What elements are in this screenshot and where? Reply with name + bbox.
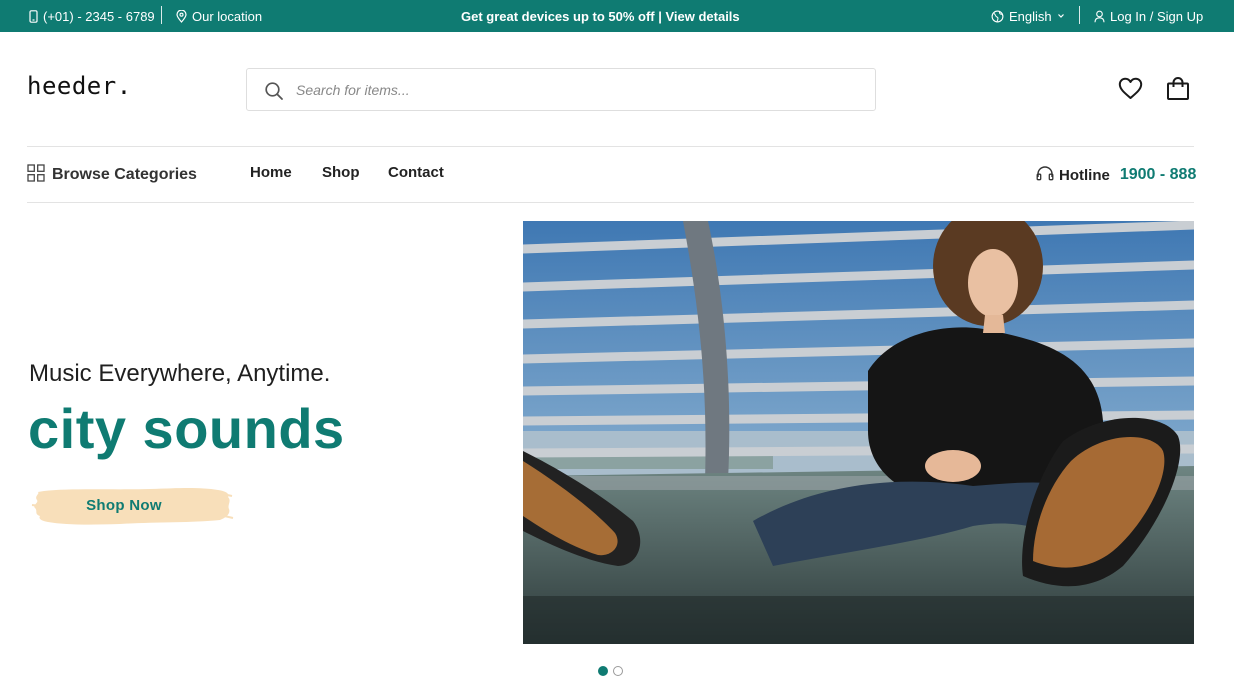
shop-now-label: Shop Now	[86, 496, 162, 514]
location-label: Our location	[192, 8, 263, 24]
top-bar: (+01) - 2345 - 6789 Our location Get gre…	[0, 0, 1234, 32]
location-pin-icon	[176, 9, 187, 23]
nav-link-contact[interactable]: Contact	[388, 164, 444, 181]
hero-title: city sounds	[28, 397, 345, 460]
phone-icon	[29, 9, 38, 23]
login-signup-link[interactable]: Log In / Sign Up	[1094, 0, 1203, 32]
hotline[interactable]: Hotline 1900 - 888	[1036, 163, 1196, 187]
topbar-location-link[interactable]: Our location	[176, 0, 262, 32]
phone-number: (+01) - 2345 - 6789	[43, 8, 155, 24]
hotline-number: 1900 - 888	[1119, 166, 1197, 183]
language-label: English	[1009, 8, 1052, 24]
carousel-dot-active[interactable]	[598, 666, 608, 676]
login-label: Log In / Sign Up	[1110, 8, 1204, 24]
chevron-down-icon	[1057, 13, 1065, 19]
carousel-dot[interactable]	[613, 666, 623, 676]
user-icon	[1094, 10, 1105, 23]
nav-link-shop[interactable]: Shop	[322, 164, 360, 181]
topbar-divider	[1079, 6, 1080, 24]
hero-subtitle: Music Everywhere, Anytime.	[29, 360, 331, 387]
carousel-dots	[598, 666, 623, 676]
hotline-label: Hotline	[1059, 166, 1110, 184]
shop-now-button[interactable]: Shop Now	[30, 485, 234, 527]
topbar-divider	[161, 6, 162, 24]
nav-link-home[interactable]: Home	[250, 164, 292, 181]
search-icon[interactable]	[264, 81, 284, 106]
nav-divider	[27, 202, 1194, 203]
language-selector[interactable]: English	[991, 0, 1065, 32]
globe-icon	[991, 10, 1004, 23]
site-logo[interactable]: heeder.	[27, 72, 132, 100]
heart-icon[interactable]	[1118, 77, 1143, 105]
topbar-phone[interactable]: (+01) - 2345 - 6789	[29, 0, 155, 32]
nav-divider	[27, 146, 1194, 147]
browse-categories-button[interactable]: Browse Categories	[27, 163, 197, 187]
headphones-icon	[1036, 165, 1054, 186]
hero-image	[523, 221, 1194, 644]
promo-banner-link[interactable]: Get great devices up to 50% off | View d…	[461, 0, 740, 32]
shopping-bag-icon[interactable]	[1166, 77, 1190, 106]
grid-icon	[27, 163, 45, 187]
search-bar	[246, 68, 876, 111]
search-input[interactable]	[296, 77, 856, 103]
browse-label: Browse Categories	[52, 166, 197, 183]
